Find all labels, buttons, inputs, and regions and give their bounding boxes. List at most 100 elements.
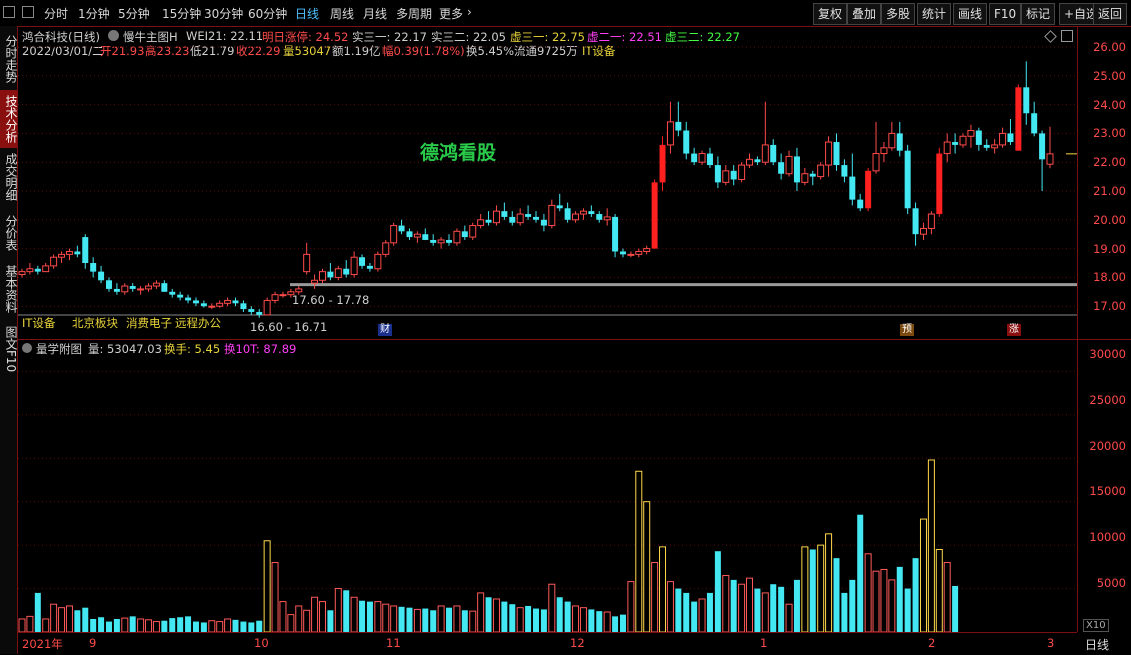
toolbar-button-5[interactable]: F10 — [989, 3, 1022, 25]
candle[interactable] — [683, 121, 690, 160]
volume-bar[interactable] — [564, 601, 571, 632]
candle[interactable] — [121, 283, 129, 295]
candle[interactable] — [722, 165, 730, 186]
volume-bar[interactable] — [279, 601, 287, 632]
volume-bar[interactable] — [461, 610, 468, 632]
volume-bar[interactable] — [635, 470, 643, 632]
volume-bar[interactable] — [303, 609, 311, 632]
volume-bar[interactable] — [927, 459, 935, 632]
toolbar-button-6[interactable]: 标记 — [1021, 3, 1056, 25]
candle[interactable] — [627, 251, 635, 258]
candle[interactable] — [90, 257, 97, 278]
candle[interactable] — [42, 263, 50, 273]
candle[interactable] — [359, 254, 366, 269]
left-tab-1[interactable]: 技术分析 — [0, 90, 18, 148]
volume-bar[interactable] — [113, 618, 120, 632]
candle[interactable] — [485, 211, 492, 226]
candle[interactable] — [525, 205, 532, 220]
volume-bar[interactable] — [152, 621, 160, 632]
volume-bar[interactable] — [422, 608, 429, 632]
volume-bar[interactable] — [334, 588, 342, 632]
candle[interactable] — [74, 245, 81, 258]
candle[interactable] — [746, 153, 754, 168]
toolbar-tab-8[interactable]: 月线 — [363, 5, 387, 22]
volume-bar[interactable] — [793, 579, 800, 632]
candle[interactable] — [185, 294, 192, 304]
volume-bar[interactable] — [612, 616, 619, 632]
volume-bar[interactable] — [318, 601, 326, 632]
candle[interactable] — [778, 153, 785, 180]
candle[interactable] — [991, 139, 999, 154]
volume-bar[interactable] — [943, 562, 951, 633]
toolbar-button-3[interactable]: 统计 — [917, 3, 952, 25]
volume-bar[interactable] — [406, 607, 413, 632]
candle[interactable] — [224, 297, 232, 307]
candlestick-chart[interactable] — [18, 26, 1077, 340]
candle[interactable] — [849, 153, 856, 206]
volume-bar[interactable] — [785, 603, 793, 632]
volume-bar[interactable] — [501, 601, 508, 632]
candle[interactable] — [1039, 130, 1046, 191]
candle[interactable] — [754, 156, 761, 166]
volume-bar[interactable] — [659, 546, 667, 632]
candle[interactable] — [872, 121, 880, 174]
candle[interactable] — [413, 231, 421, 243]
candle[interactable] — [271, 291, 279, 304]
volume-bar[interactable] — [738, 583, 746, 632]
candle[interactable] — [967, 124, 975, 148]
toolbar-tab-0[interactable]: 分时 — [44, 5, 68, 22]
candle[interactable] — [619, 248, 626, 258]
candle[interactable] — [809, 170, 816, 186]
volume-bar[interactable] — [627, 581, 635, 632]
candle[interactable] — [318, 268, 326, 284]
volume-bar[interactable] — [350, 596, 358, 632]
volume-bar[interactable] — [295, 605, 303, 632]
volume-bar[interactable] — [596, 611, 603, 632]
volume-bar[interactable] — [904, 588, 911, 632]
volume-bar[interactable] — [185, 616, 192, 632]
volume-bar[interactable] — [675, 588, 682, 632]
candle[interactable] — [833, 133, 840, 171]
candle[interactable] — [366, 263, 373, 272]
volume-bar[interactable] — [825, 533, 833, 632]
candle[interactable] — [919, 222, 927, 240]
volume-bar[interactable] — [952, 585, 959, 632]
volume-bar[interactable] — [398, 606, 405, 632]
candle[interactable] — [540, 214, 547, 232]
toolbar-tab-1[interactable]: 1分钟 — [78, 5, 110, 22]
candle[interactable] — [548, 199, 556, 229]
candle[interactable] — [793, 147, 800, 191]
volume-bar[interactable] — [58, 607, 66, 632]
volume-bar[interactable] — [548, 583, 556, 632]
volume-bar[interactable] — [65, 605, 73, 632]
volume-bar[interactable] — [430, 610, 437, 632]
candle[interactable] — [1023, 61, 1030, 125]
candle[interactable] — [936, 147, 943, 217]
candle[interactable] — [1046, 126, 1054, 169]
candle[interactable] — [675, 101, 682, 137]
candle[interactable] — [492, 205, 500, 226]
candle[interactable] — [509, 211, 516, 226]
volume-bar[interactable] — [200, 622, 207, 632]
volume-bar[interactable] — [137, 618, 145, 632]
left-tab-4[interactable]: 基本资料 — [0, 262, 18, 316]
candle[interactable] — [785, 150, 793, 177]
candle[interactable] — [841, 159, 848, 183]
candle[interactable] — [263, 297, 271, 316]
volume-bar[interactable] — [746, 577, 754, 632]
candle[interactable] — [706, 147, 713, 168]
candle[interactable] — [770, 139, 777, 166]
candle[interactable] — [461, 225, 468, 240]
candle[interactable] — [643, 245, 651, 255]
candle[interactable] — [952, 133, 959, 154]
volume-bar[interactable] — [540, 609, 547, 632]
volume-bar[interactable] — [263, 540, 271, 632]
volume-bar[interactable] — [216, 621, 224, 632]
candle[interactable] — [279, 291, 287, 298]
toolbar-tab-2[interactable]: 5分钟 — [118, 5, 150, 22]
candle[interactable] — [603, 208, 611, 226]
candle[interactable] — [730, 165, 737, 186]
volume-bar[interactable] — [232, 619, 239, 632]
toolbar-button-4[interactable]: 画线 — [953, 3, 988, 25]
volume-bar[interactable] — [849, 579, 856, 632]
